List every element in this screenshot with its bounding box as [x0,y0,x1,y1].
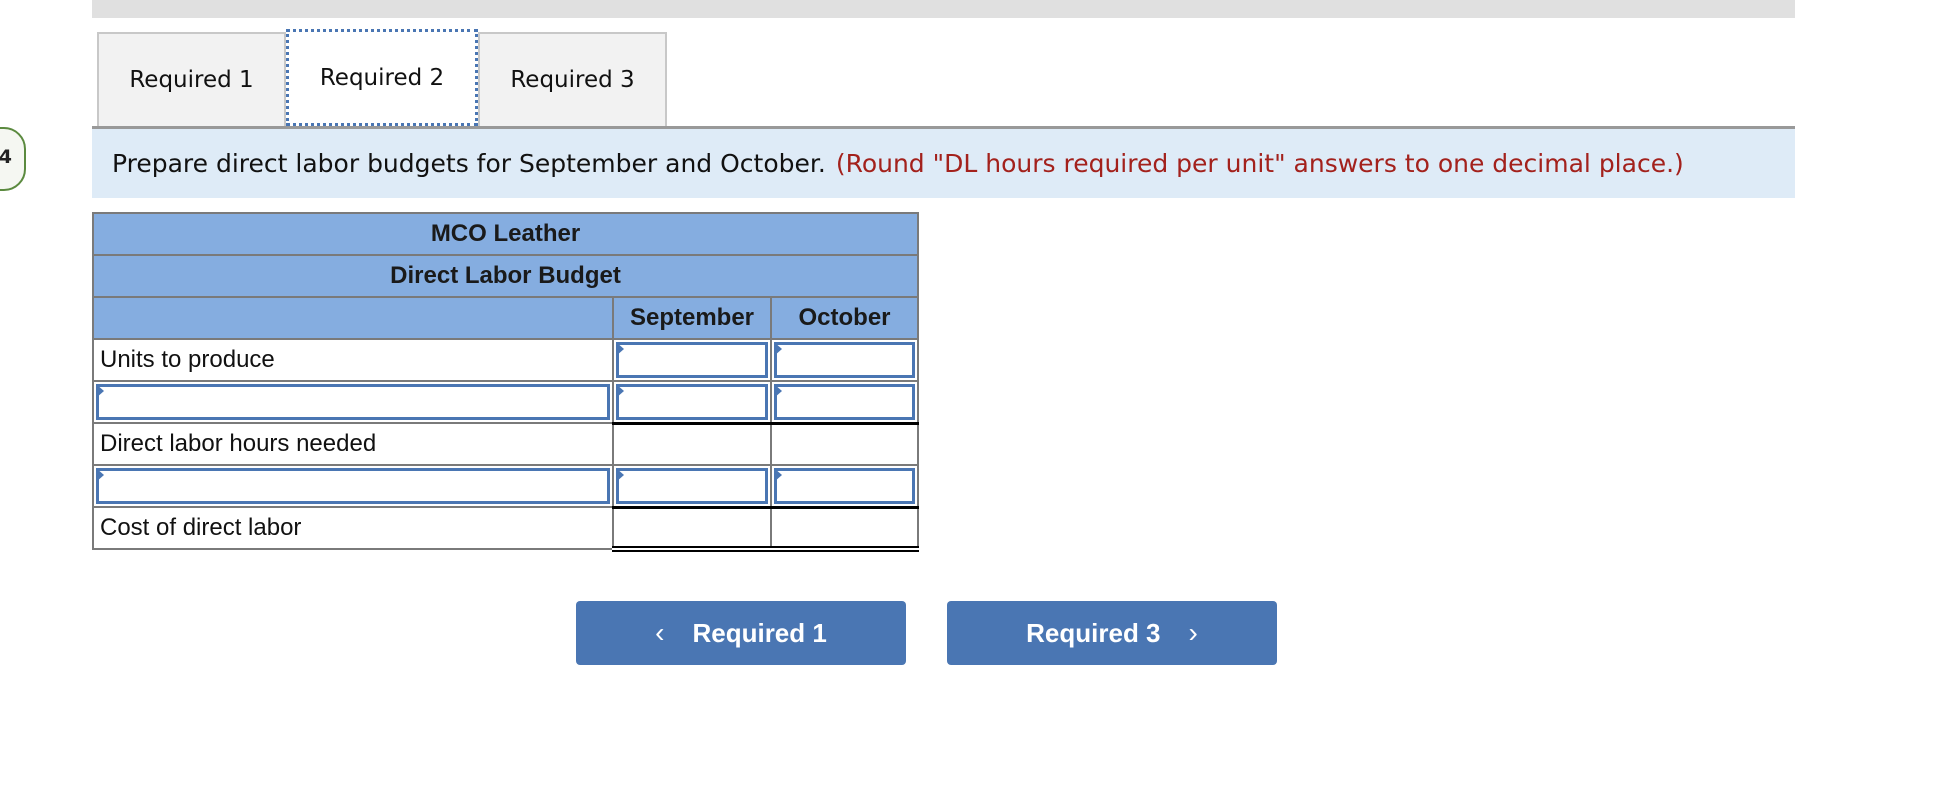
column-header-september: September [612,296,772,340]
direct-labor-budget-table: MCO Leather Direct Labor Budget Septembe… [92,212,919,552]
table-row-direct-labor-hours: Direct labor hours needed [92,421,919,466]
instruction-bar: Prepare direct labor budgets for Septemb… [92,126,1795,198]
row-label: Direct labor hours needed [92,422,614,466]
tab-bar: Required 1 Required 2 Required 3 [97,29,667,126]
input-marker-icon [774,384,782,398]
input-marker-icon [616,468,624,482]
next-button-label: Required 3 [1026,617,1161,648]
input-marker-icon [96,384,104,398]
september-input[interactable] [612,380,772,424]
chevron-left-icon: ‹ [655,617,665,648]
column-header-october: October [770,296,919,340]
september-value [612,505,772,552]
row-label: Units to produce [92,338,614,382]
rounding-note: (Round "DL hours required per unit" answ… [835,149,1684,178]
october-input[interactable] [770,338,919,382]
row-label-input[interactable] [92,464,614,508]
chevron-right-icon: › [1188,617,1198,648]
input-marker-icon [774,342,782,356]
september-value [612,421,772,466]
september-input[interactable] [612,464,772,508]
tab-required-3[interactable]: Required 3 [478,32,667,126]
october-input[interactable] [770,380,919,424]
header-blank [92,296,614,340]
row-label: Cost of direct labor [92,506,614,550]
tab-required-1[interactable]: Required 1 [97,32,286,126]
question-number-badge: 4 [0,127,26,191]
next-required-3-button[interactable]: Required 3 › [947,601,1277,665]
october-value [770,421,919,466]
tab-required-2[interactable]: Required 2 [286,29,478,126]
prev-required-1-button[interactable]: ‹ Required 1 [576,601,906,665]
question-number: 4 [0,146,12,168]
table-row-editable-label [92,380,919,424]
row-label-input[interactable] [92,380,614,424]
october-input[interactable] [770,464,919,508]
table-row-cost-of-direct-labor: Cost of direct labor [92,505,919,552]
input-marker-icon [774,468,782,482]
prev-button-label: Required 1 [692,617,827,648]
input-marker-icon [616,384,624,398]
table-row-editable-label [92,464,919,508]
october-value [770,505,919,552]
instruction-text: Prepare direct labor budgets for Septemb… [112,149,826,178]
table-row-units-to-produce: Units to produce [92,338,919,382]
company-name: MCO Leather [92,212,919,256]
september-input[interactable] [612,338,772,382]
budget-title: Direct Labor Budget [92,254,919,298]
top-bar [92,0,1795,18]
input-marker-icon [616,342,624,356]
input-marker-icon [96,468,104,482]
